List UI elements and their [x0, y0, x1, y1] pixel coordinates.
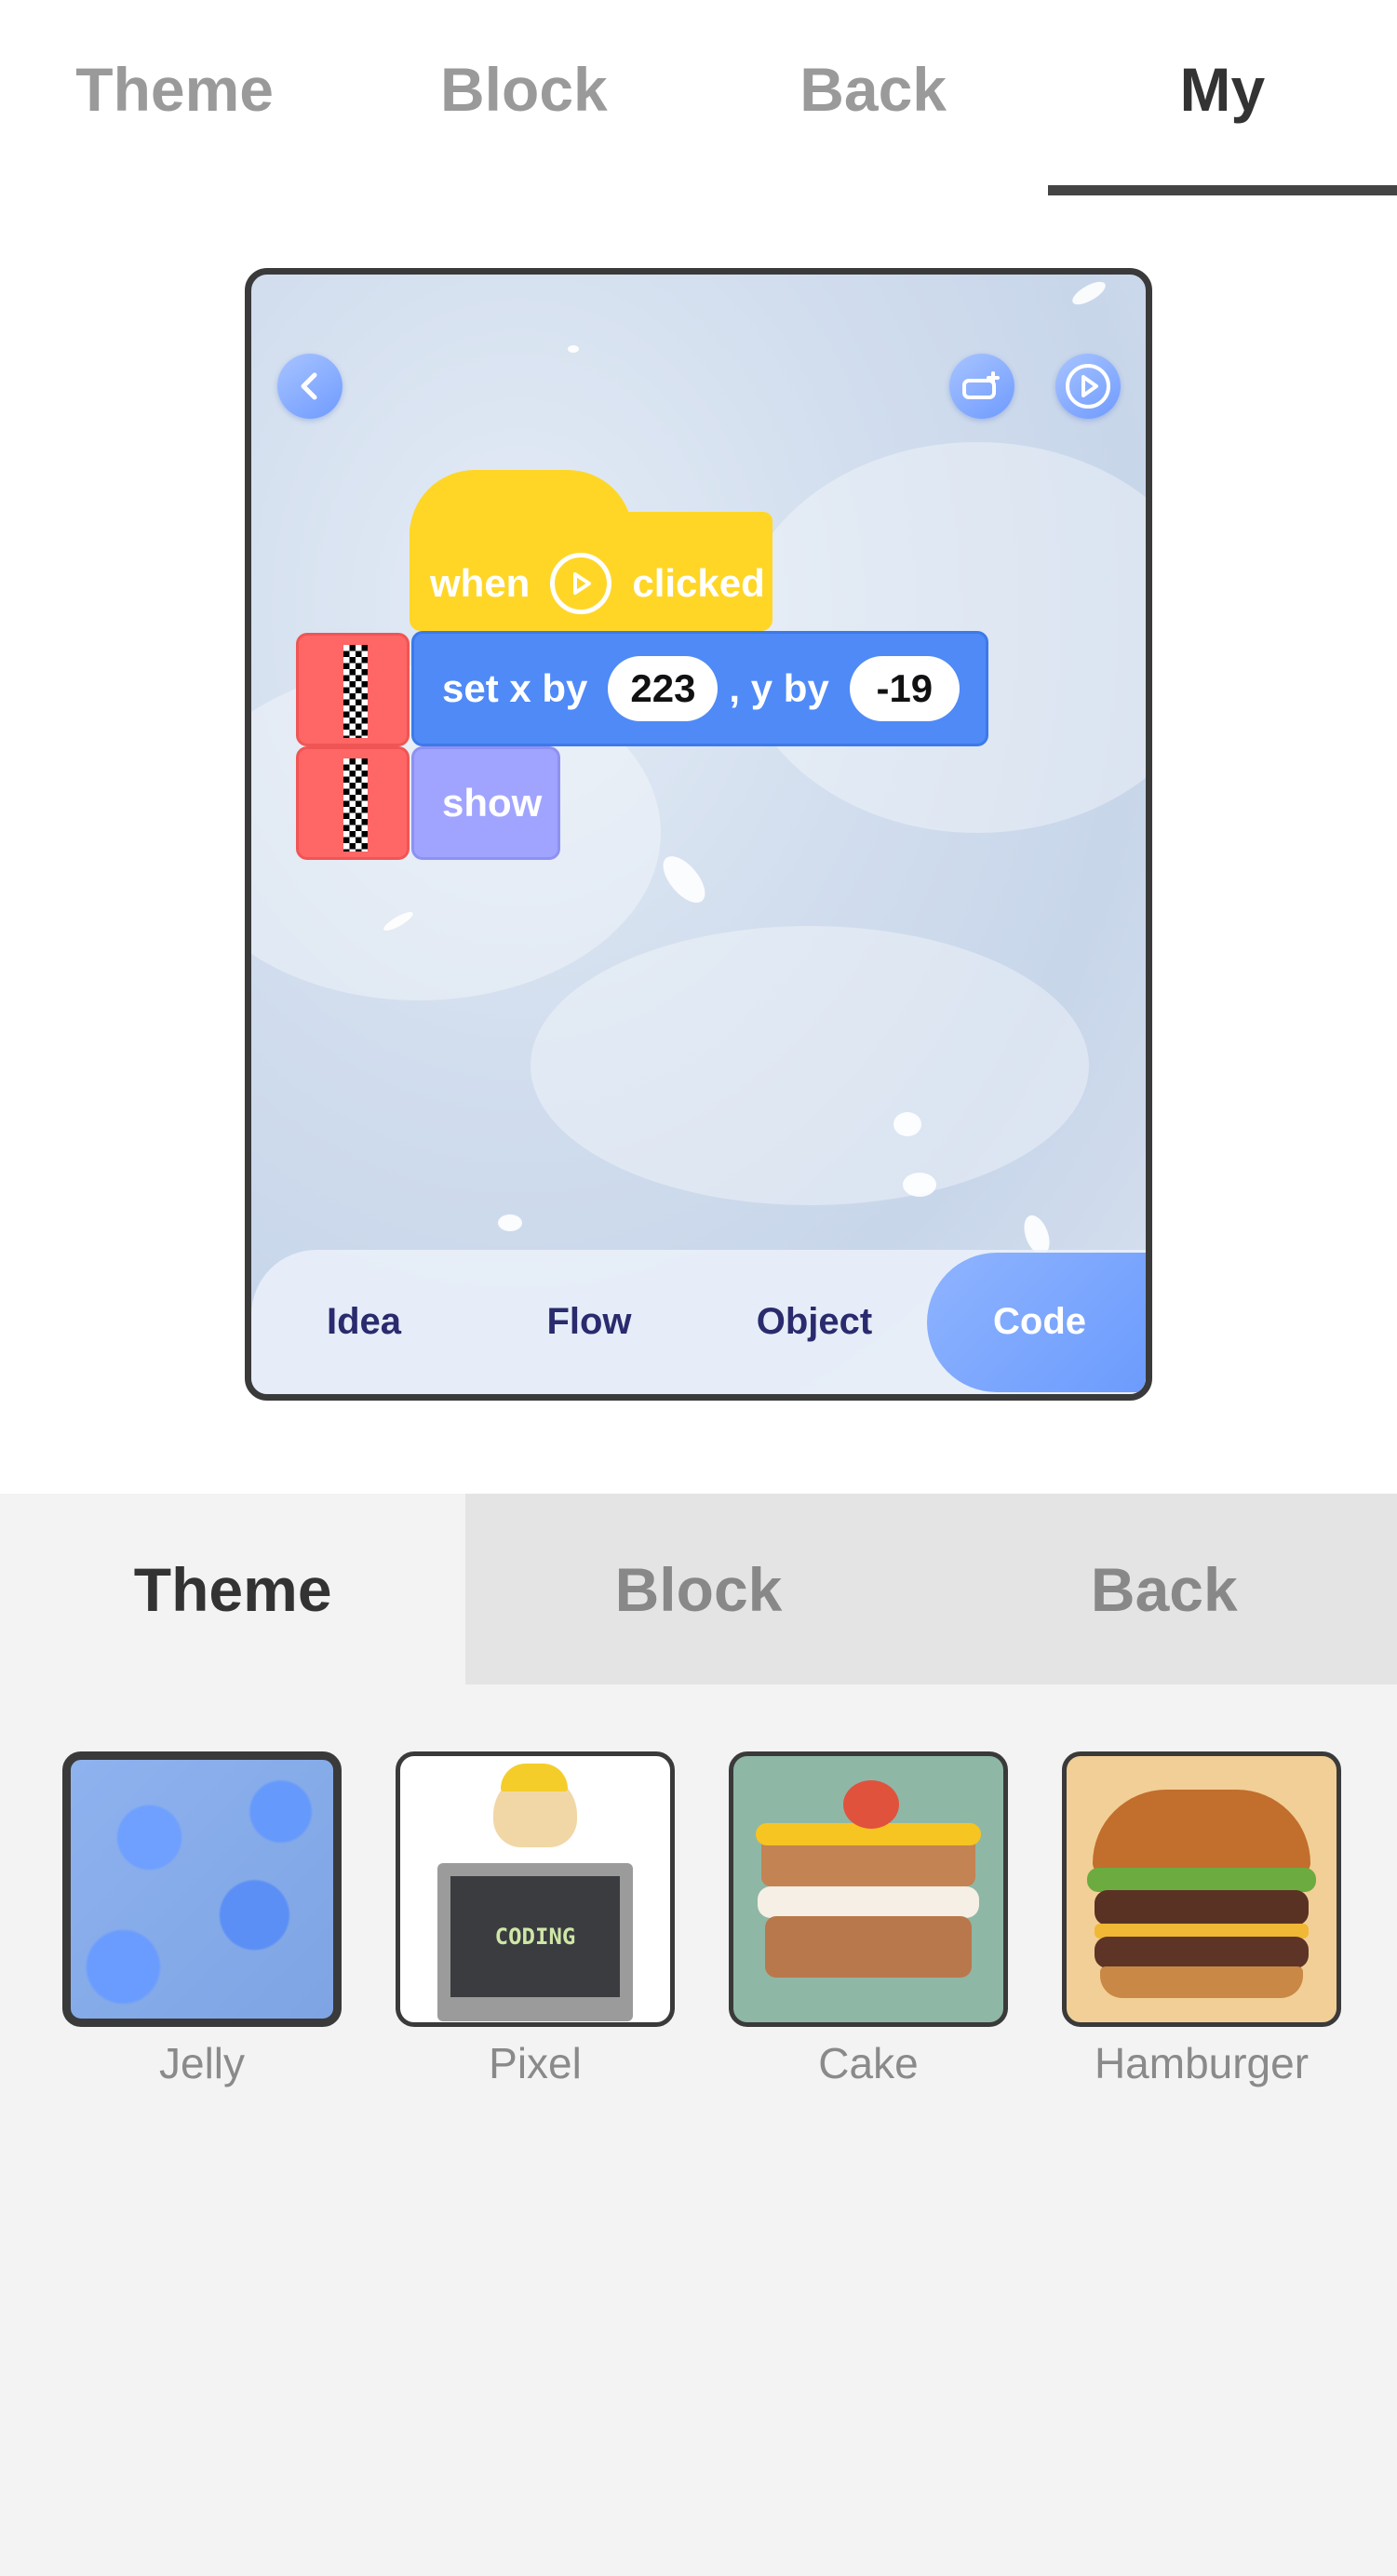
theme-item-jelly[interactable]: Jelly [62, 1751, 342, 2088]
cake-layer [765, 1916, 972, 1978]
theme-picker-panel: Theme Block Back Jelly CODING Pixel Cake… [0, 1494, 1397, 2576]
background-blob [531, 926, 1089, 1205]
tab-theme[interactable]: Theme [0, 0, 349, 195]
theme-label: Cake [818, 2039, 919, 2087]
water-drop [568, 345, 579, 353]
patty [1095, 1890, 1309, 1925]
bun-top [1093, 1790, 1310, 1873]
tab-flow[interactable]: Flow [477, 1253, 702, 1392]
water-drop [903, 1173, 936, 1197]
pixel-thumbnail: CODING [396, 1751, 675, 2027]
set-xy-block[interactable]: set x by 223 , y by -19 [411, 631, 988, 746]
cake-cream [758, 1886, 979, 1918]
coding-text: CODING [494, 1924, 576, 1950]
tab-object[interactable]: Object [702, 1253, 927, 1392]
preview-bottom-bar: Idea Flow Object Code [251, 1250, 1146, 1394]
theme-preview-frame: when clicked set x by 223 , y by -19 sho… [245, 268, 1152, 1401]
water-drop [893, 1112, 921, 1136]
water-drop [1068, 277, 1109, 309]
y-label: , y by [729, 666, 829, 710]
cake-thumbnail [729, 1751, 1008, 2027]
checker-flag-icon [343, 645, 368, 738]
top-tab-bar: Theme Block Back My [0, 0, 1397, 195]
hard-hat [501, 1764, 568, 1791]
checker-flag-icon [343, 758, 368, 852]
hat-body: when clicked [410, 512, 772, 631]
tab-block[interactable]: Block [349, 0, 698, 195]
x-value-input[interactable]: 223 [608, 656, 719, 721]
theme-item-pixel[interactable]: CODING Pixel [396, 1751, 675, 2088]
play-icon [1066, 364, 1110, 409]
hamburger-thumbnail [1062, 1751, 1341, 2027]
show-label: show [442, 781, 543, 825]
play-button[interactable] [1055, 354, 1121, 419]
patty [1095, 1937, 1309, 1968]
theme-label: Jelly [158, 2039, 246, 2087]
stage-button[interactable] [949, 354, 1014, 419]
monitor-screen: CODING [450, 1876, 620, 1997]
monitor: CODING [437, 1863, 633, 2021]
back-button[interactable] [277, 354, 343, 419]
jelly-thumbnail [62, 1751, 342, 2027]
when-clicked-block[interactable]: when clicked [410, 470, 772, 633]
tag-block[interactable] [296, 633, 410, 746]
play-icon [550, 552, 612, 614]
show-block[interactable]: show [411, 746, 560, 860]
set-x-label: set x by [442, 666, 588, 710]
theme-label: Pixel [489, 2039, 582, 2087]
lower-tab-bar: Theme Block Back [0, 1494, 1397, 1684]
water-drop [498, 1214, 522, 1231]
tag-block[interactable] [296, 746, 410, 860]
water-drop [655, 849, 713, 910]
lower-tab-back[interactable]: Back [931, 1494, 1397, 1684]
strawberry [843, 1780, 899, 1829]
hat-label-when: when [430, 560, 531, 605]
lettuce [1087, 1868, 1316, 1892]
hat-label-clicked: clicked [632, 560, 765, 605]
lower-tab-theme[interactable]: Theme [0, 1494, 466, 1684]
stage-add-icon [962, 371, 1000, 399]
tab-code[interactable]: Code [927, 1252, 1146, 1392]
tab-idea[interactable]: Idea [251, 1253, 477, 1392]
theme-item-cake[interactable]: Cake [729, 1751, 1008, 2088]
chevron-left-icon [301, 372, 317, 400]
theme-label: Hamburger [1094, 2039, 1310, 2087]
lower-tab-block[interactable]: Block [465, 1494, 932, 1684]
theme-list: Jelly CODING Pixel Cake Hamburger [0, 1751, 1397, 2088]
tab-back[interactable]: Back [699, 0, 1048, 195]
bun-bottom [1100, 1966, 1303, 1998]
tab-my[interactable]: My [1047, 0, 1397, 195]
theme-item-hamburger[interactable]: Hamburger [1062, 1751, 1341, 2088]
y-value-input[interactable]: -19 [849, 656, 960, 721]
